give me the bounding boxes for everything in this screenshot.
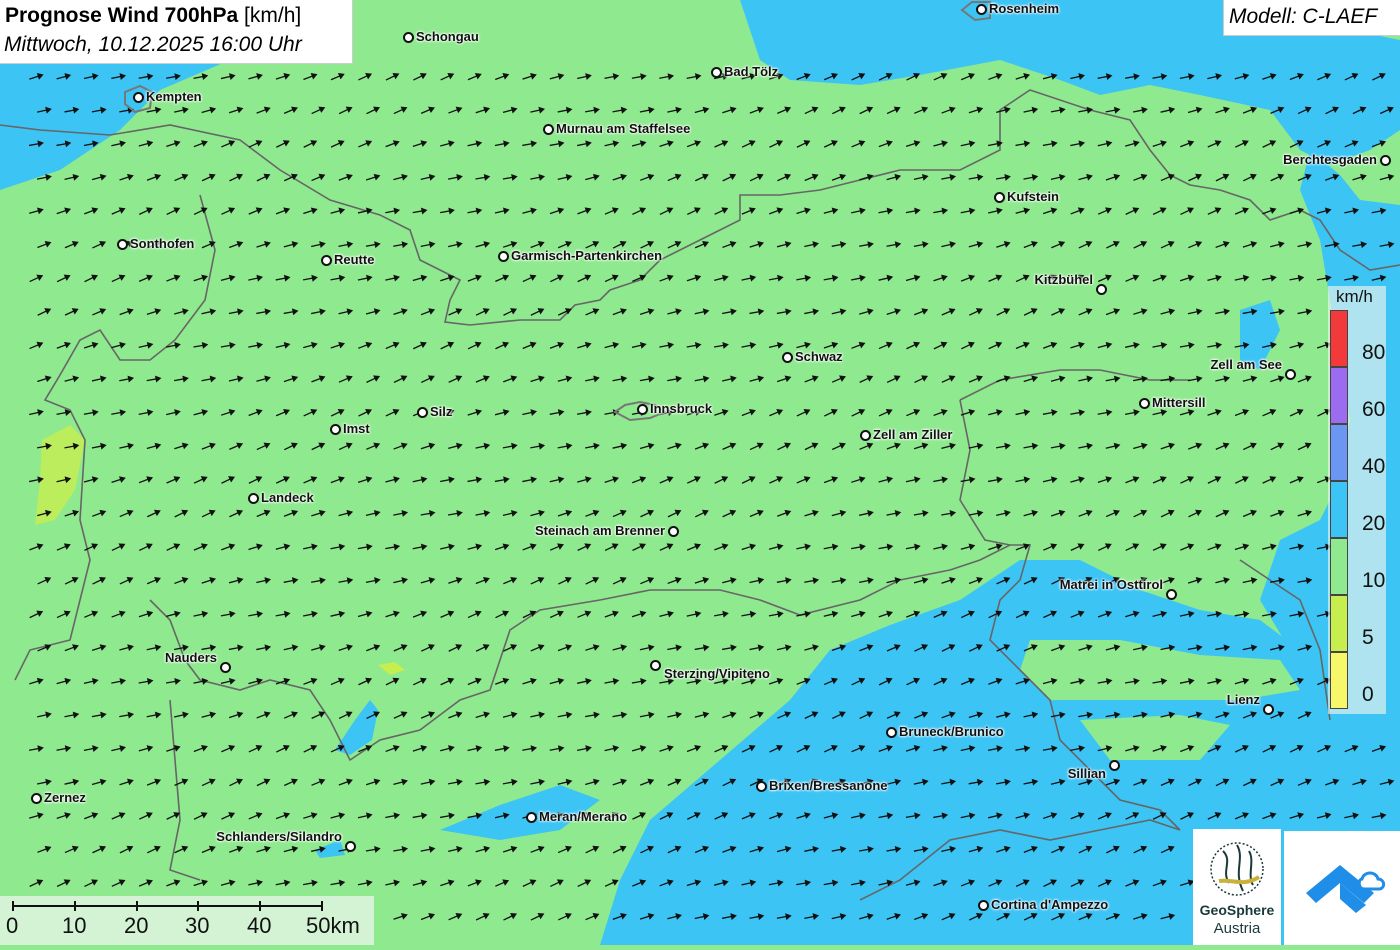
city-marker-bad-toelz[interactable] (711, 67, 722, 78)
legend-label-10: 10 (1362, 569, 1386, 592)
city-label-bad-toelz: Bad Tölz (724, 64, 779, 79)
legend-swatch-60 (1330, 367, 1348, 424)
legend-swatch-10 (1330, 538, 1348, 595)
city-label-zell-am-see: Zell am See (1210, 357, 1282, 372)
city-marker-mittersill[interactable] (1139, 398, 1150, 409)
city-marker-bruneck[interactable] (886, 727, 897, 738)
map-subtitle-datetime: Mittwoch, 10.12.2025 16:00 Uhr (4, 33, 302, 56)
legend-swatch-40 (1330, 424, 1348, 481)
cloud-arrow-logo[interactable] (1284, 831, 1400, 945)
city-label-mittersill: Mittersill (1152, 395, 1206, 410)
geosphere-name: GeoSphere (1199, 902, 1275, 918)
city-label-garmisch: Garmisch-Partenkirchen (511, 248, 663, 263)
city-marker-reutte[interactable] (321, 255, 332, 266)
city-marker-rosenheim[interactable] (976, 4, 987, 15)
wind-map[interactable] (0, 0, 1400, 945)
legend-label-60: 60 (1362, 398, 1386, 421)
city-marker-garmisch[interactable] (498, 251, 509, 262)
city-marker-landeck[interactable] (248, 493, 259, 504)
scale-label-40: 40 (247, 913, 272, 938)
city-label-matrei: Matrei in Osttirol (1059, 577, 1163, 592)
city-marker-meran[interactable] (526, 812, 537, 823)
legend-swatch-80 (1330, 310, 1348, 367)
city-label-sterzing: Sterzing/Vipiteno (664, 666, 770, 681)
city-marker-kitzbuehel[interactable] (1096, 284, 1107, 295)
cloud-arrow-logo-icon (1306, 865, 1386, 913)
legend-label-5: 5 (1362, 626, 1374, 649)
city-label-brixen: Brixen/Bressanone (769, 778, 888, 793)
city-marker-lienz[interactable] (1263, 704, 1274, 715)
city-label-cortina: Cortina d'Ampezzo (991, 897, 1109, 912)
city-marker-brixen[interactable] (756, 781, 767, 792)
map-title: Prognose Wind 700hPa [km/h] (5, 4, 302, 27)
city-marker-zell-am-see[interactable] (1285, 369, 1296, 380)
city-label-berchtesgaden: Berchtesgaden (1283, 152, 1377, 167)
scale-label-20: 20 (124, 913, 149, 938)
city-marker-innsbruck[interactable] (637, 404, 648, 415)
city-label-reutte: Reutte (334, 252, 375, 267)
city-marker-nauders[interactable] (220, 662, 231, 673)
legend-swatch-5 (1330, 595, 1348, 652)
model-label-box: Modell: C-LAEF (1223, 0, 1400, 36)
city-label-zell-am-ziller: Zell am Ziller (873, 427, 953, 442)
color-legend: km/h 80 60 40 20 10 5 0 (1328, 286, 1386, 714)
city-label-bruneck: Bruneck/Brunico (899, 724, 1004, 739)
geosphere-austria-logo[interactable]: GeoSphere Austria (1193, 829, 1281, 945)
city-label-innsbruck: Innsbruck (650, 401, 713, 416)
legend-swatch-20 (1330, 481, 1348, 538)
city-label-nauders: Nauders (164, 650, 217, 665)
city-marker-cortina[interactable] (978, 900, 989, 911)
city-marker-zernez[interactable] (31, 793, 42, 804)
city-marker-zell-am-ziller[interactable] (860, 430, 871, 441)
legend-unit: km/h (1336, 287, 1373, 306)
city-label-imst: Imst (343, 421, 370, 436)
city-marker-kufstein[interactable] (994, 192, 1005, 203)
city-label-meran: Meran/Merano (539, 809, 628, 824)
scale-label-0: 0 (6, 913, 19, 938)
city-marker-sonthofen[interactable] (117, 239, 128, 250)
legend-swatch-0 (1330, 652, 1348, 709)
city-label-zernez: Zernez (44, 790, 86, 805)
legend-label-80: 80 (1362, 341, 1386, 364)
city-marker-murnau[interactable] (543, 124, 554, 135)
scale-label-30: 30 (185, 913, 210, 938)
city-label-schwaz: Schwaz (795, 349, 843, 364)
legend-label-40: 40 (1362, 455, 1386, 478)
city-marker-matrei[interactable] (1166, 589, 1177, 600)
city-label-lienz: Lienz (1226, 692, 1260, 707)
city-marker-steinach[interactable] (668, 526, 679, 537)
city-marker-berchtesgaden[interactable] (1380, 155, 1391, 166)
city-label-rosenheim: Rosenheim (989, 1, 1060, 16)
scale-label-50km: 50km (306, 913, 360, 938)
city-marker-sterzing[interactable] (650, 660, 661, 671)
distance-scale-bar: 0 10 20 30 40 50km (0, 896, 374, 945)
city-marker-schongau[interactable] (403, 32, 414, 43)
city-label-sillian: Sillian (1067, 766, 1106, 781)
city-label-kempten: Kempten (146, 89, 202, 104)
city-marker-sillian[interactable] (1109, 760, 1120, 771)
city-marker-kempten[interactable] (133, 92, 144, 103)
city-marker-imst[interactable] (330, 424, 341, 435)
title-box: Prognose Wind 700hPa [km/h] Mittwoch, 10… (0, 0, 353, 64)
city-marker-schwaz[interactable] (782, 352, 793, 363)
legend-label-20: 20 (1362, 512, 1386, 535)
city-label-landeck: Landeck (261, 490, 314, 505)
city-label-schlanders: Schlanders/Silandro (216, 829, 342, 844)
legend-label-0: 0 (1362, 683, 1374, 706)
model-label: Modell: C-LAEF (1229, 5, 1378, 28)
city-marker-silz[interactable] (417, 407, 428, 418)
city-label-silz: Silz (430, 404, 453, 419)
city-label-murnau: Murnau am Staffelsee (556, 121, 691, 136)
city-label-kufstein: Kufstein (1007, 189, 1059, 204)
geosphere-logo-icon (1210, 842, 1264, 896)
city-label-kitzbuehel: Kitzbühel (1034, 272, 1094, 287)
scale-label-10: 10 (62, 913, 87, 938)
city-label-sonthofen: Sonthofen (130, 236, 195, 251)
city-label-steinach: Steinach am Brenner (534, 523, 665, 538)
geosphere-country: Austria (1213, 920, 1261, 937)
city-label-schongau: Schongau (416, 29, 479, 44)
city-marker-schlanders[interactable] (345, 841, 356, 852)
